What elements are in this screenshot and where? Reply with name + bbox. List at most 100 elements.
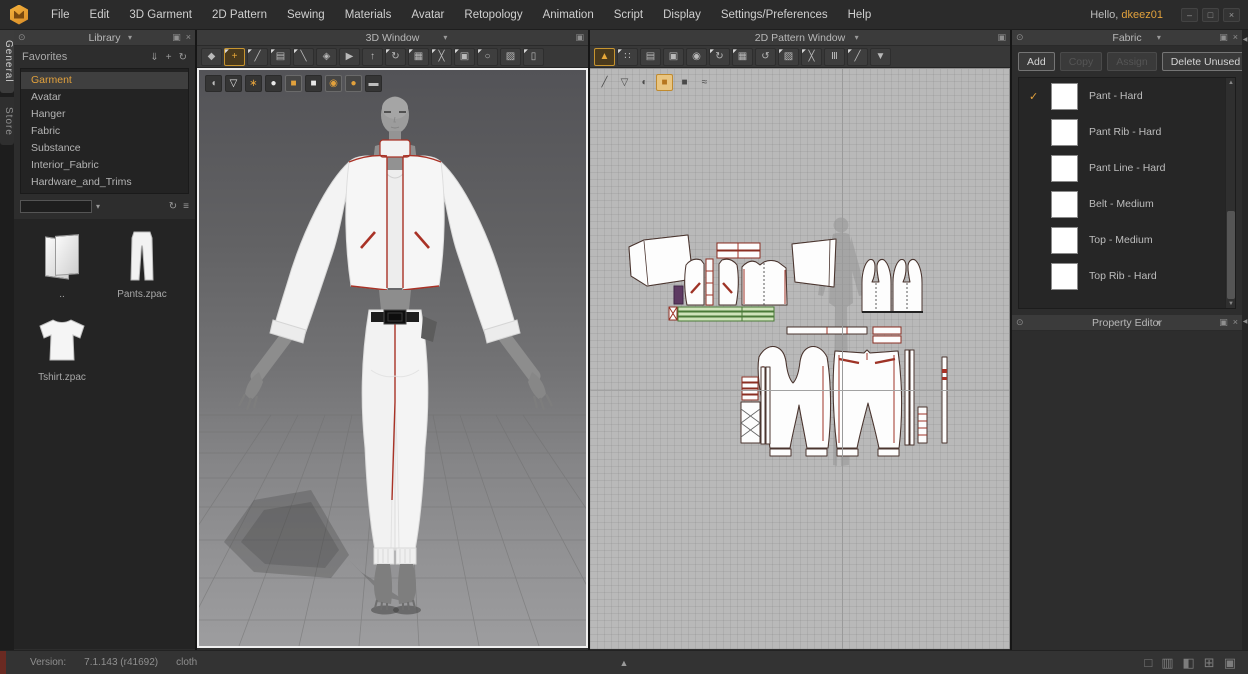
- search-input[interactable]: [20, 200, 92, 213]
- float-panel-icon[interactable]: ▣: [1219, 32, 1228, 43]
- menu-2d-pattern[interactable]: 2D Pattern: [202, 0, 277, 30]
- chevron-down-icon[interactable]: ▾: [855, 33, 859, 42]
- fabric-swatch[interactable]: [1051, 154, 1078, 182]
- edit-pattern-button[interactable]: ∷: [617, 47, 638, 66]
- close-panel-icon[interactable]: ×: [186, 32, 191, 43]
- press-toggle[interactable]: ▬: [365, 75, 382, 92]
- chevron-down-icon[interactable]: ▾: [1157, 318, 1161, 327]
- collapse-panel-icon[interactable]: ◀: [1242, 314, 1248, 328]
- menu-3d-garment[interactable]: 3D Garment: [119, 0, 202, 30]
- layout-split-icon[interactable]: ▥: [1161, 655, 1173, 671]
- edit-sewing-button[interactable]: ╲: [293, 47, 314, 66]
- minimize-button[interactable]: –: [1181, 7, 1198, 22]
- gear-toggle[interactable]: ∗: [245, 75, 262, 92]
- scroll-down-icon[interactable]: ▼: [1226, 299, 1235, 308]
- fabric-swatch[interactable]: [1051, 226, 1078, 254]
- fabric-swatch[interactable]: [1051, 118, 1078, 146]
- float-panel-icon[interactable]: ▣: [1219, 317, 1228, 328]
- fabric-swatch[interactable]: [1051, 262, 1078, 290]
- gray-swatch-toggle[interactable]: ■: [676, 74, 693, 91]
- pen-toggle[interactable]: ╱: [596, 74, 613, 91]
- float-panel-icon[interactable]: ▣: [172, 32, 181, 43]
- layout-preview-icon[interactable]: ▣: [1224, 655, 1236, 671]
- float-panel-icon[interactable]: ▣: [575, 32, 584, 43]
- close-panel-icon[interactable]: ×: [1233, 32, 1238, 43]
- fabric-row-top-medium[interactable]: Top - Medium: [1019, 222, 1235, 258]
- assign-fabric-button[interactable]: Assign: [1107, 52, 1157, 71]
- refresh-icon[interactable]: ↻: [169, 201, 177, 212]
- grading-button[interactable]: ▦: [732, 47, 753, 66]
- steam-press-button[interactable]: ▣: [454, 47, 475, 66]
- pin-icon[interactable]: ⊙: [18, 32, 26, 43]
- fabric-row-pant-line-hard[interactable]: Pant Line - Hard: [1019, 150, 1235, 186]
- fabric-pin-toggle[interactable]: ▽: [616, 74, 633, 91]
- texture-ball-toggle[interactable]: ◐: [636, 74, 653, 91]
- menu-settings-preferences[interactable]: Settings/Preferences: [711, 0, 838, 30]
- chevron-down-icon[interactable]: ▾: [1157, 33, 1161, 42]
- grid-arrange-button[interactable]: ▦: [408, 47, 429, 66]
- show-garment-button[interactable]: ▼: [870, 47, 891, 66]
- layout-quad-icon[interactable]: ⊞: [1204, 655, 1215, 671]
- top-patterns[interactable]: [861, 258, 923, 313]
- pants-zpac-item[interactable]: Pants.zpac: [102, 229, 182, 300]
- app-logo-icon[interactable]: [10, 4, 28, 25]
- library-item-fabric[interactable]: Fabric: [21, 123, 188, 140]
- add-fabric-button[interactable]: Add: [1018, 52, 1055, 71]
- menu-materials[interactable]: Materials: [335, 0, 402, 30]
- expand-statusbar-icon[interactable]: ▲: [620, 658, 629, 668]
- shirt-toggle[interactable]: ▽: [225, 75, 242, 92]
- library-item-substance[interactable]: Substance: [21, 140, 188, 157]
- fabric-row-pant-hard[interactable]: ✓ Pant - Hard: [1019, 78, 1235, 114]
- library-item-avatar[interactable]: Avatar: [21, 89, 188, 106]
- float-panel-icon[interactable]: ▣: [997, 32, 1006, 43]
- layout-mixed-icon[interactable]: ◧: [1183, 655, 1195, 671]
- symmetry-button[interactable]: ◈: [316, 47, 337, 66]
- pin-icon[interactable]: ⊙: [1016, 32, 1024, 43]
- layout-single-icon[interactable]: □: [1144, 655, 1152, 671]
- menu-display[interactable]: Display: [653, 0, 711, 30]
- username[interactable]: dkeez01: [1121, 9, 1163, 21]
- drag-button[interactable]: ▶: [339, 47, 360, 66]
- fabric-row-belt-medium[interactable]: Belt - Medium: [1019, 186, 1235, 222]
- restore-button[interactable]: □: [1202, 7, 1219, 22]
- scrollbar-thumb[interactable]: [1227, 211, 1235, 299]
- tab-general[interactable]: General: [0, 30, 14, 93]
- 3d-viewport[interactable]: ◖ ▽ ∗ ● ■ ■ ◉ ● ▬: [197, 68, 588, 648]
- library-item-hardware-and-trims[interactable]: Hardware_and_Trims: [21, 174, 188, 191]
- gizmo-button[interactable]: ○: [477, 47, 498, 66]
- search-dropdown-icon[interactable]: ▾: [96, 202, 118, 211]
- tack-button[interactable]: ╳: [801, 47, 822, 66]
- scroll-up-icon[interactable]: ▲: [1226, 78, 1235, 87]
- transform-pattern-button[interactable]: ▲: [594, 47, 615, 66]
- orange-swatch-toggle[interactable]: ■: [656, 74, 673, 91]
- show-avatar-button[interactable]: ◉: [686, 47, 707, 66]
- close-button[interactable]: ×: [1223, 7, 1240, 22]
- select-move-button[interactable]: +: [224, 47, 245, 66]
- select-garment-button[interactable]: ▤: [270, 47, 291, 66]
- menu-avatar[interactable]: Avatar: [401, 0, 454, 30]
- download-icon[interactable]: ⇓: [150, 52, 158, 63]
- menu-retopology[interactable]: Retopology: [454, 0, 532, 30]
- add-icon[interactable]: +: [166, 52, 172, 63]
- orange-head-toggle[interactable]: ◉: [325, 75, 342, 92]
- pen-button[interactable]: ╱: [847, 47, 868, 66]
- bust-toggle[interactable]: ●: [265, 75, 282, 92]
- fabric-row-pant-rib-hard[interactable]: Pant Rib - Hard: [1019, 114, 1235, 150]
- jacket-patterns[interactable]: [628, 234, 837, 322]
- library-item-interior-fabric[interactable]: Interior_Fabric: [21, 157, 188, 174]
- copy-fabric-button[interactable]: Copy: [1059, 52, 1103, 71]
- fabric-swatch[interactable]: [1051, 190, 1078, 218]
- flip-pattern-button[interactable]: ↻: [709, 47, 730, 66]
- tab-store[interactable]: Store: [0, 96, 14, 146]
- menu-edit[interactable]: Edit: [80, 0, 120, 30]
- pin-icon[interactable]: ⊙: [1016, 317, 1024, 328]
- mannequin-button[interactable]: ▨: [500, 47, 521, 66]
- sewing-button[interactable]: ▨: [778, 47, 799, 66]
- simulate-button[interactable]: ◆: [201, 47, 222, 66]
- close-panel-icon[interactable]: ×: [1233, 317, 1238, 328]
- menu-help[interactable]: Help: [838, 0, 882, 30]
- menu-script[interactable]: Script: [604, 0, 653, 30]
- orange-ball-toggle[interactable]: ●: [345, 75, 362, 92]
- library-item-garment[interactable]: Garment: [21, 72, 188, 89]
- refresh-icon[interactable]: ↻: [179, 52, 187, 63]
